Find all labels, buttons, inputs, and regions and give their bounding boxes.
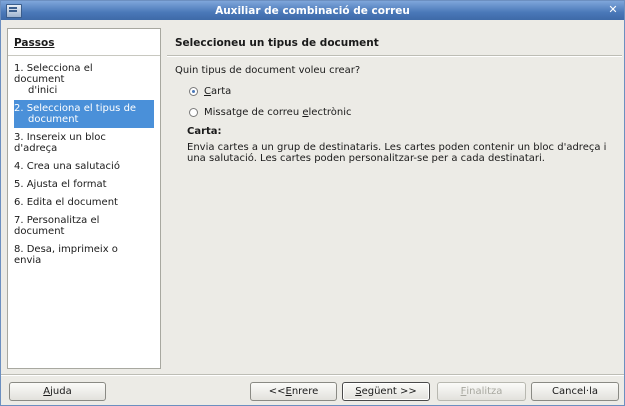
step-1[interactable]: 1. Selecciona el document d'inici	[8, 60, 144, 99]
step-5[interactable]: 5. Ajusta el format	[8, 176, 144, 193]
steps-divider	[8, 55, 160, 56]
step-label: 7. Personalitza el document	[14, 215, 100, 237]
description-title: Carta:	[187, 126, 222, 137]
radio-carta[interactable]: Carta	[189, 86, 231, 97]
finish-button[interactable]: Finalitza	[437, 382, 526, 401]
radio-label: Carta	[204, 86, 232, 97]
step-4[interactable]: 4. Crea una salutació	[8, 158, 144, 175]
help-button[interactable]: Ajuda	[9, 382, 106, 401]
mail-merge-wizard-window: Auxiliar de combinació de correu ✕ Passo…	[0, 0, 625, 406]
step-label: 2. Selecciona el tipus de	[14, 103, 137, 114]
main-panel: Seleccioneu un tipus de document Quin ti…	[167, 28, 622, 369]
radio-label: Missatge de correu electrònic	[204, 107, 352, 118]
window-menu-icon[interactable]	[6, 4, 22, 18]
step-8[interactable]: 8. Desa, imprimeix o envia	[8, 241, 144, 269]
step-2[interactable]: 2. Selecciona el tipus de document	[14, 100, 154, 128]
radio-email[interactable]: Missatge de correu electrònic	[189, 107, 352, 118]
steps-panel: Passos 1. Selecciona el document d'inici…	[7, 28, 161, 369]
close-icon[interactable]: ✕	[606, 3, 620, 17]
step-label: 4. Crea una salutació	[14, 161, 120, 172]
back-button[interactable]: << Enrere	[250, 382, 337, 401]
step-3[interactable]: 3. Insereix un bloc d'adreça	[8, 129, 144, 157]
title-divider	[167, 55, 622, 57]
next-button[interactable]: Següent >>	[342, 382, 430, 401]
button-bar-divider	[1, 374, 624, 376]
radio-unchecked-icon[interactable]	[189, 108, 198, 117]
description-text: Envia cartes a un grup de destinataris. …	[187, 142, 607, 164]
step-label: 3. Insereix un bloc d'adreça	[14, 132, 106, 154]
step-label: 6. Edita el document	[14, 197, 118, 208]
cancel-button[interactable]: Cancel·la	[531, 382, 619, 401]
step-7[interactable]: 7. Personalitza el document	[8, 212, 144, 240]
step-label: 8. Desa, imprimeix o envia	[14, 244, 118, 266]
page-title: Seleccioneu un tipus de document	[175, 37, 379, 49]
question-label: Quin tipus de document voleu crear?	[175, 65, 361, 76]
step-label: 5. Ajusta el format	[14, 179, 107, 190]
title-bar: Auxiliar de combinació de correu ✕	[1, 1, 624, 20]
radio-checked-icon[interactable]	[189, 87, 198, 96]
step-label-line2: d'inici	[28, 85, 58, 96]
step-6[interactable]: 6. Edita el document	[8, 194, 144, 211]
steps-title: Passos	[14, 37, 55, 49]
step-label: 1. Selecciona el document	[14, 63, 93, 85]
window-title: Auxiliar de combinació de correu	[215, 4, 410, 17]
step-label-line2: document	[28, 114, 79, 125]
